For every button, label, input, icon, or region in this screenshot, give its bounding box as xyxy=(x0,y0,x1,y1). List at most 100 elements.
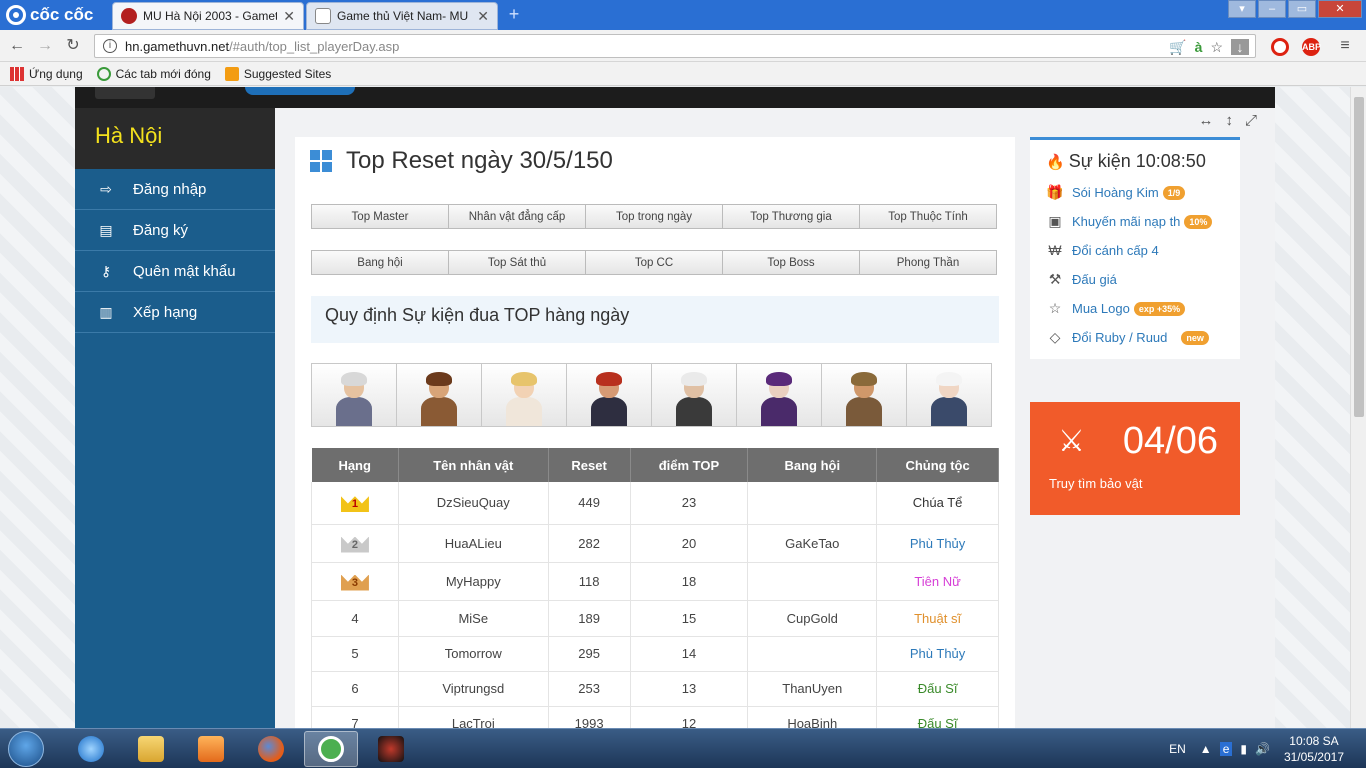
class-filter-summoner[interactable] xyxy=(736,363,822,427)
class-filter-dark-lord[interactable] xyxy=(651,363,737,427)
menu-icon[interactable]: ≡ xyxy=(1334,36,1356,56)
tab-top-master[interactable]: Top Master xyxy=(311,204,449,229)
close-window-icon[interactable]: ✕ xyxy=(1318,0,1362,18)
top-reset-panel: Top Reset ngày 30/5/150 Top Master Nhân … xyxy=(295,137,1015,728)
tab-top-cc[interactable]: Top CC xyxy=(585,250,723,275)
taskbar-explorer[interactable] xyxy=(124,731,178,767)
table-row: 7 LacTroi 1993 12 HoaBinh Đấu Sĩ xyxy=(311,706,999,728)
scroll-thumb[interactable] xyxy=(1354,97,1364,417)
adblock-icon[interactable]: ABP xyxy=(1302,38,1321,56)
bookmark-apps[interactable]: Ứng dụng xyxy=(10,66,83,81)
tab-top-attribute[interactable]: Top Thuộc Tính xyxy=(859,204,997,229)
taskbar-firefox[interactable] xyxy=(244,731,298,767)
taskbar-media-player[interactable] xyxy=(184,731,238,767)
taskbar-coccoc[interactable] xyxy=(304,731,358,767)
player-name[interactable]: MiSe xyxy=(398,600,549,637)
player-name[interactable]: MyHappy xyxy=(398,562,549,601)
top-points: 13 xyxy=(630,671,749,707)
expand-horizontal-icon[interactable]: ↔ xyxy=(1198,112,1213,129)
clock[interactable]: 10:08 SA 31/05/2017 xyxy=(1284,733,1344,765)
player-name[interactable]: Tomorrow xyxy=(398,636,549,672)
col-reset[interactable]: Reset xyxy=(548,448,631,482)
taskbar-mu-game[interactable] xyxy=(364,731,418,767)
menu-button[interactable] xyxy=(95,87,155,99)
col-guild[interactable]: Bang hội xyxy=(747,448,878,482)
event-item-buy-logo[interactable]: ☆ Mua Logo exp +35% xyxy=(1046,300,1186,317)
address-bar[interactable]: i hn.gamethuvn.net /#auth/top_list_playe… xyxy=(94,34,1256,58)
event-item-golden-wolf[interactable]: 🎁 Sói Hoàng Kim 1/9 xyxy=(1046,184,1186,201)
rules-link[interactable]: Quy định Sự kiện đua TOP hàng ngày xyxy=(311,296,999,343)
page-scrollbar[interactable] xyxy=(1350,87,1366,728)
tray-app-icon[interactable]: e xyxy=(1219,742,1233,756)
tab-game-thu[interactable]: Game thủ Việt Nam- MU H ✕ xyxy=(306,2,498,30)
gold-crown-icon: 1 xyxy=(337,488,373,514)
class-filter-magic-gladiator[interactable] xyxy=(566,363,652,427)
treasure-hunt-card[interactable]: ⚔ 04/06 Truy tìm bảo vật xyxy=(1030,402,1240,515)
player-name[interactable]: DzSieuQuay xyxy=(398,482,549,525)
back-icon[interactable]: ← xyxy=(6,36,28,56)
player-name[interactable]: LacTroi xyxy=(398,706,549,728)
tab-guild[interactable]: Bang hội xyxy=(311,250,449,275)
player-name[interactable]: HuaALieu xyxy=(398,524,549,563)
start-button[interactable] xyxy=(8,731,44,767)
forward-icon[interactable]: → xyxy=(34,36,56,56)
expand-vertical-icon[interactable]: ↕ xyxy=(1225,112,1233,129)
top-points: 14 xyxy=(630,636,749,672)
sidebar-item-login[interactable]: ⇨ Đăng nhập xyxy=(75,169,275,210)
top-points: 12 xyxy=(630,706,749,728)
shopping-cart-icon[interactable]: 🛒 xyxy=(1169,39,1186,56)
sidebar-item-register[interactable]: ▤ Đăng ký xyxy=(75,210,275,251)
tray-arrow-icon[interactable]: ▲ xyxy=(1200,742,1212,756)
tab-top-assassin[interactable]: Top Sát thủ xyxy=(448,250,586,275)
tab-top-boss[interactable]: Top Boss xyxy=(722,250,860,275)
sidebar-item-ranking[interactable]: ▥ Xếp hạng xyxy=(75,292,275,333)
fullscreen-icon[interactable]: ⤢ xyxy=(1245,112,1257,129)
site-logo[interactable] xyxy=(245,87,355,95)
event-badge: new xyxy=(1181,330,1209,345)
race-name: Phù Thủy xyxy=(876,636,999,672)
table-row: 1 DzSieuQuay 449 23 Chúa Tể xyxy=(311,482,999,525)
col-name[interactable]: Tên nhân vật xyxy=(398,448,549,482)
maximize-icon[interactable]: ▭ xyxy=(1288,0,1316,18)
class-filter-dark-wizard[interactable] xyxy=(311,363,397,427)
tab-top-daily[interactable]: Top trong ngày xyxy=(585,204,723,229)
avatar xyxy=(757,370,801,426)
class-filter-grow-lancer[interactable] xyxy=(906,363,992,427)
bookmark-recent-tabs[interactable]: Các tab mới đóng xyxy=(96,66,211,81)
tab-phong-than[interactable]: Phong Thần xyxy=(859,250,997,275)
ranking-tabs-row-2: Bang hội Top Sát thủ Top CC Top Boss Pho… xyxy=(311,250,997,275)
col-race[interactable]: Chủng tộc xyxy=(876,448,999,482)
class-filter-elf[interactable] xyxy=(481,363,567,427)
event-item-topup-promo[interactable]: ▣ Khuyến mãi nạp th 10% xyxy=(1046,213,1213,230)
class-filter-rage-fighter[interactable] xyxy=(821,363,907,427)
clock-date: 31/05/2017 xyxy=(1283,750,1344,764)
bookmark-star-icon[interactable]: ☆ xyxy=(1210,39,1223,56)
network-icon[interactable]: ▮ xyxy=(1240,742,1247,756)
col-rank[interactable]: Hạng xyxy=(311,448,399,482)
tab-close-icon[interactable]: ✕ xyxy=(283,8,295,25)
taskbar-ie[interactable] xyxy=(64,731,118,767)
new-tab-icon[interactable]: + xyxy=(505,5,523,23)
event-item-ruby-exchange[interactable]: ◇ Đổi Ruby / Ruud new xyxy=(1046,329,1209,346)
browser-brand[interactable]: cốc cốc xyxy=(6,3,93,27)
reload-icon[interactable]: ↻ xyxy=(62,36,84,56)
minimize-icon[interactable]: – xyxy=(1258,0,1286,18)
info-icon[interactable]: i xyxy=(103,39,117,53)
event-item-wing-exchange[interactable]: ₩ Đổi cánh cấp 4 xyxy=(1046,242,1158,258)
language-indicator[interactable]: EN xyxy=(1169,742,1186,756)
player-name[interactable]: Viptrungsd xyxy=(398,671,549,707)
user-icon[interactable]: ▾ xyxy=(1228,0,1256,18)
col-points[interactable]: điểm TOP xyxy=(630,448,749,482)
sidebar-item-forgot-password[interactable]: ⚷ Quên mật khẩu xyxy=(75,251,275,292)
tab-top-merchant[interactable]: Top Thương gia xyxy=(722,204,860,229)
bookmark-suggested-sites[interactable]: Suggested Sites xyxy=(224,66,331,81)
tab-close-icon[interactable]: ✕ xyxy=(477,8,489,25)
tab-character-level[interactable]: Nhân vật đẳng cấp xyxy=(448,204,586,229)
volume-icon[interactable]: 🔊 xyxy=(1255,742,1270,756)
class-filter-dark-knight[interactable] xyxy=(396,363,482,427)
apps-grid-icon xyxy=(10,66,24,81)
vietnamese-input-icon[interactable]: à xyxy=(1195,39,1203,55)
event-item-auction[interactable]: ⚒ Đấu giá xyxy=(1046,271,1117,288)
download-icon[interactable]: ↓ xyxy=(1231,39,1249,55)
tab-mu-hanoi[interactable]: MU Hà Nội 2003 - Gameth ✕ xyxy=(112,2,304,30)
